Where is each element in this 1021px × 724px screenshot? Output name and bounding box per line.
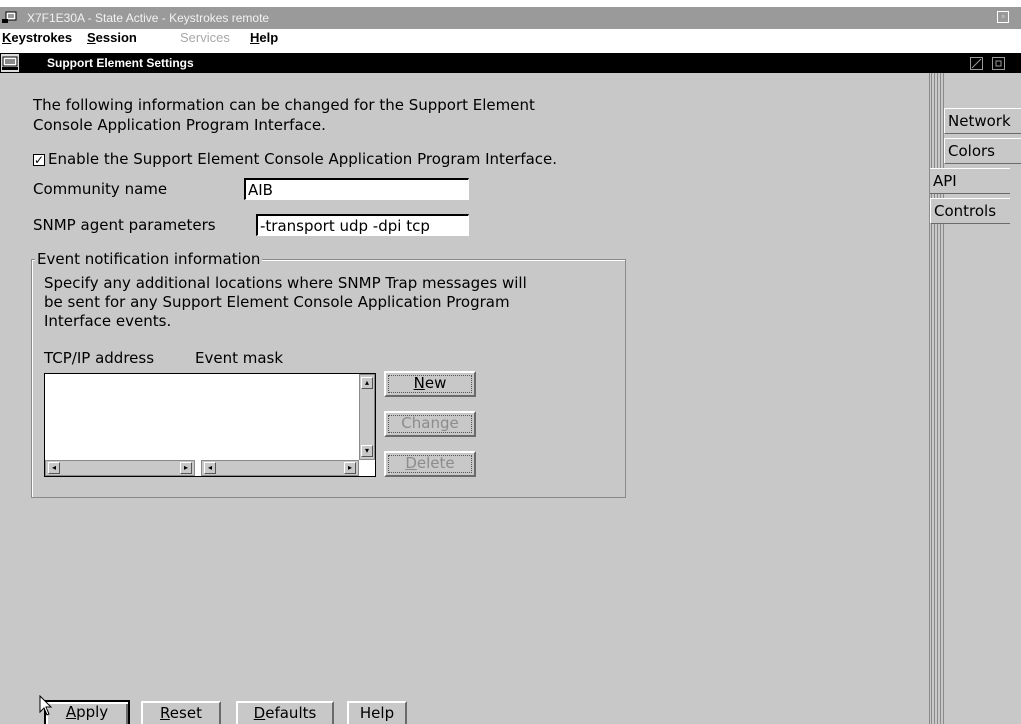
dialog-left-edge bbox=[0, 73, 14, 724]
community-name-label: Community name bbox=[33, 180, 168, 198]
snmp-agent-input[interactable]: -transport udp -dpi tcp bbox=[256, 214, 469, 236]
menu-session-rest: ession bbox=[95, 30, 137, 45]
help-button[interactable]: Help bbox=[347, 701, 407, 724]
maximize-icon[interactable] bbox=[992, 57, 1005, 70]
menu-help-mnemonic: H bbox=[250, 30, 260, 45]
scroll-left-icon[interactable]: ◂ bbox=[204, 462, 216, 474]
menu-keystrokes-mnemonic: K bbox=[2, 30, 12, 45]
intro-text-line1: The following information can be changed… bbox=[33, 96, 535, 114]
menu-session[interactable]: Session bbox=[87, 30, 137, 45]
tab-api[interactable]: API bbox=[930, 168, 1010, 194]
dialog-system-icon[interactable] bbox=[1, 54, 19, 72]
dialog-title-bar[interactable]: Support Element Settings bbox=[0, 53, 1021, 73]
delete-mnemonic: D bbox=[405, 454, 417, 472]
tab-colors[interactable]: Colors bbox=[944, 138, 1021, 164]
outer-title-bar[interactable]: X7F1E30A - State Active - Keystrokes rem… bbox=[0, 7, 1021, 29]
change-button[interactable]: Change bbox=[384, 411, 476, 437]
list-v-scrollbar[interactable]: ▴ ▾ bbox=[359, 374, 375, 460]
event-list-box[interactable]: ◂ ▸ ◂ ▸ ▴ ▾ bbox=[44, 373, 376, 477]
scroll-down-icon[interactable]: ▾ bbox=[361, 445, 373, 457]
apply-rest: pply bbox=[76, 703, 109, 721]
menu-help[interactable]: Help bbox=[250, 30, 278, 45]
mouse-pointer-icon bbox=[39, 695, 53, 716]
notebook-tabs: Network Colors API Controls bbox=[930, 73, 1021, 724]
menu-bar: Keystrokes Session Services Help bbox=[0, 29, 1021, 47]
reset-rest: eset bbox=[169, 704, 202, 722]
new-mnemonic: N bbox=[413, 374, 425, 392]
defaults-rest: efaults bbox=[265, 704, 317, 722]
scroll-right-icon[interactable]: ▸ bbox=[180, 462, 192, 474]
mask-h-scrollbar[interactable]: ◂ ▸ bbox=[201, 460, 359, 476]
event-desc-line1: Specify any additional locations where S… bbox=[44, 274, 527, 292]
intro-text-line2: Console Application Program Interface. bbox=[33, 116, 326, 134]
tab-network[interactable]: Network bbox=[944, 108, 1021, 134]
defaults-button[interactable]: Defaults bbox=[236, 701, 334, 724]
new-button[interactable]: New bbox=[384, 371, 476, 397]
enable-api-label[interactable]: Enable the Support Element Console Appli… bbox=[48, 150, 557, 168]
scroll-up-icon[interactable]: ▴ bbox=[361, 377, 373, 389]
apply-button[interactable]: Apply bbox=[44, 700, 130, 724]
delete-button[interactable]: Delete bbox=[384, 451, 476, 477]
api-page: The following information can be changed… bbox=[14, 73, 930, 724]
reset-mnemonic: R bbox=[160, 704, 170, 722]
community-name-input[interactable]: AIB bbox=[244, 178, 469, 200]
column-header-event-mask: Event mask bbox=[195, 349, 284, 367]
minimize-icon[interactable] bbox=[970, 57, 983, 70]
new-rest: ew bbox=[424, 374, 447, 392]
menu-keystrokes-rest: eystrokes bbox=[11, 30, 73, 45]
column-header-tcpip: TCP/IP address bbox=[44, 349, 155, 367]
event-notification-title: Event notification information bbox=[35, 250, 263, 268]
event-desc-line2: be sent for any Support Element Console … bbox=[44, 293, 510, 311]
reset-button[interactable]: Reset bbox=[141, 701, 221, 724]
tcpip-h-scrollbar[interactable]: ◂ ▸ bbox=[45, 460, 195, 476]
defaults-mnemonic: D bbox=[253, 704, 266, 722]
apply-mnemonic: A bbox=[65, 703, 77, 721]
menu-services[interactable]: Services bbox=[180, 30, 230, 45]
tab-controls[interactable]: Controls bbox=[930, 198, 1010, 224]
window-title: X7F1E30A - State Active - Keystrokes rem… bbox=[27, 11, 270, 25]
menu-session-mnemonic: S bbox=[87, 30, 96, 45]
minimize-button[interactable]: ▫ bbox=[997, 11, 1009, 23]
menu-help-rest: elp bbox=[259, 30, 279, 45]
snmp-agent-label: SNMP agent parameters bbox=[33, 216, 216, 234]
menu-keystrokes[interactable]: Keystrokes bbox=[2, 30, 72, 45]
scroll-left-icon[interactable]: ◂ bbox=[48, 462, 60, 474]
settings-dialog: The following information can be changed… bbox=[14, 73, 1021, 724]
screen: X7F1E30A - State Active - Keystrokes rem… bbox=[0, 0, 1021, 724]
scroll-right-icon[interactable]: ▸ bbox=[344, 462, 356, 474]
dialog-title: Support Element Settings bbox=[47, 56, 194, 70]
system-menu-icon[interactable] bbox=[1, 11, 17, 25]
delete-rest: elete bbox=[416, 454, 455, 472]
event-desc-line3: Interface events. bbox=[44, 312, 172, 330]
enable-api-checkbox[interactable]: ✓ bbox=[33, 154, 45, 166]
